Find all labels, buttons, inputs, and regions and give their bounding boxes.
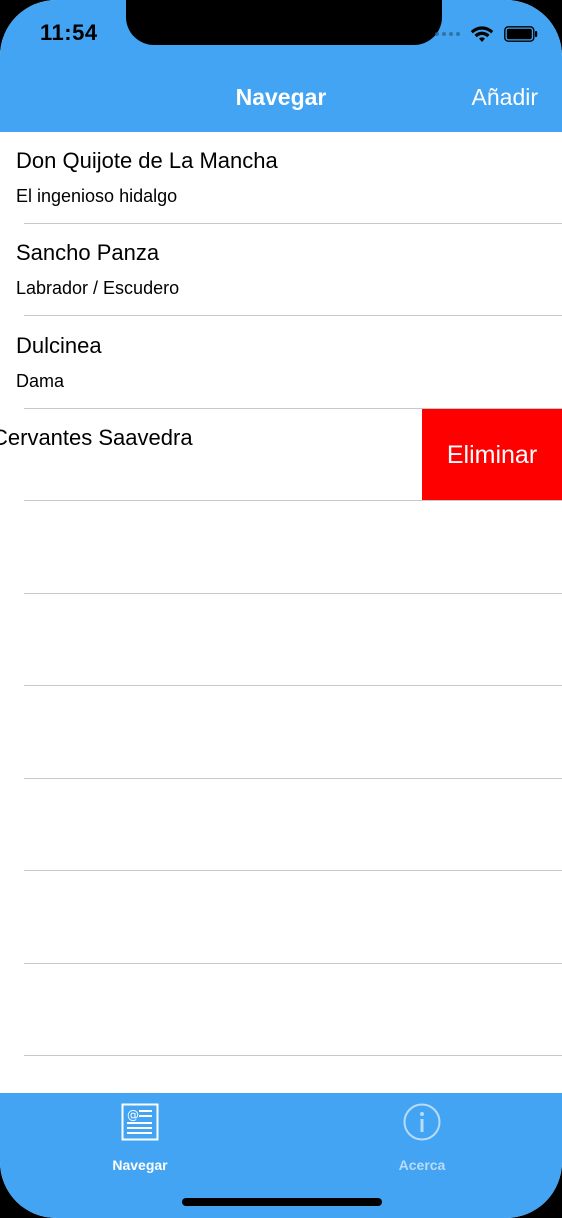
list-item-title: Dulcinea	[16, 333, 102, 358]
status-icons	[435, 22, 538, 46]
status-time: 11:54	[40, 20, 98, 45]
empty-row	[0, 872, 562, 964]
tab-acerca[interactable]: Acerca	[352, 1103, 492, 1173]
info-icon	[403, 1103, 441, 1141]
newspaper-icon: @	[121, 1103, 159, 1141]
row-divider	[24, 1055, 562, 1056]
navigation-header: 11:54 Navegar Añadir	[0, 0, 562, 132]
empty-row	[0, 594, 562, 686]
row-divider	[24, 500, 562, 501]
empty-row	[0, 964, 562, 1056]
wifi-icon	[470, 26, 494, 42]
list-item-subtitle: Dama	[16, 371, 65, 391]
empty-row	[0, 779, 562, 871]
list-item[interactable]: Don Quijote de La Mancha El ingenioso hi…	[0, 132, 562, 224]
tab-label: Navegar	[112, 1157, 168, 1173]
empty-row	[0, 502, 562, 594]
row-divider	[24, 870, 562, 871]
list-item-subtitle: Labrador / Escudero	[16, 278, 180, 298]
delete-button[interactable]: Eliminar	[422, 409, 562, 501]
list-item-title: Sancho Panza	[16, 240, 160, 265]
list-item-subtitle: El ingenioso hidalgo	[16, 186, 178, 206]
list-item-title: Cervantes Saavedra	[0, 425, 193, 450]
list-item-swiped[interactable]: Cervantes Saavedra Eliminar	[0, 409, 562, 501]
character-list: Don Quijote de La Mancha El ingenioso hi…	[0, 132, 562, 1092]
tab-navegar[interactable]: @ Navegar	[70, 1103, 210, 1173]
list-item[interactable]: Sancho Panza Labrador / Escudero	[0, 224, 562, 316]
device-notch	[126, 0, 442, 45]
phone-screen: 11:54 Navegar Añadir Don Quijote de La M…	[0, 0, 562, 1218]
svg-text:@: @	[127, 1108, 139, 1122]
row-divider	[24, 315, 562, 316]
tab-label: Acerca	[398, 1157, 446, 1173]
list-item-title: Don Quijote de La Mancha	[16, 148, 278, 173]
empty-row	[0, 687, 562, 779]
battery-icon	[504, 26, 538, 42]
signal-icon	[435, 32, 460, 36]
home-indicator[interactable]	[182, 1198, 382, 1206]
add-button[interactable]: Añadir	[472, 84, 538, 111]
list-item[interactable]: Dulcinea Dama	[0, 317, 562, 409]
row-divider	[24, 685, 562, 686]
